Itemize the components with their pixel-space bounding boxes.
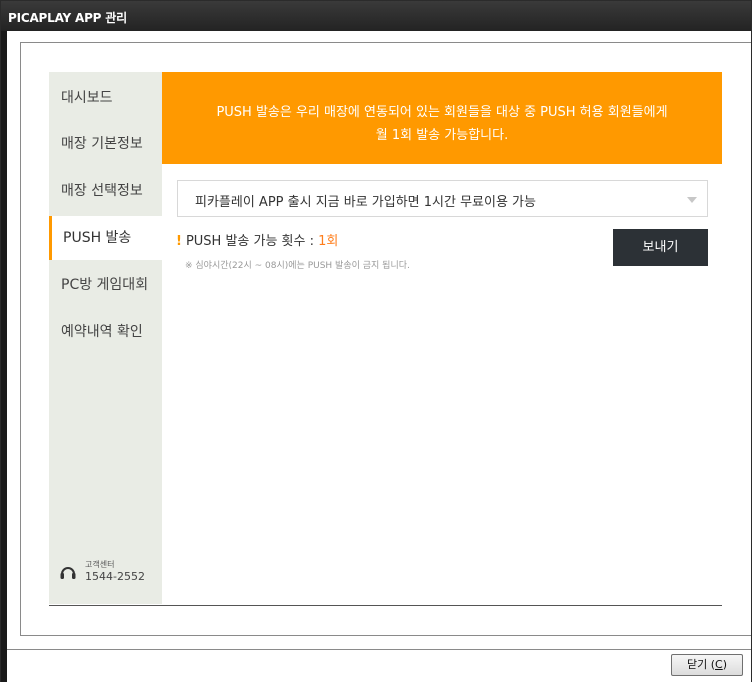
- close-shortcut-key: C: [715, 658, 723, 671]
- info-banner: PUSH 발송은 우리 매장에 연동되어 있는 회원들을 대상 중 PUSH 허…: [162, 72, 722, 164]
- send-button[interactable]: 보내기: [613, 229, 708, 266]
- close-button[interactable]: 닫기 (C): [671, 654, 743, 676]
- message-select-value: 피카플레이 APP 출시 지금 바로 가입하면 1시간 무료이용 가능: [195, 195, 536, 210]
- support-label: 고객센터: [85, 560, 115, 569]
- headset-icon: [60, 567, 76, 579]
- night-time-notice: ※ 심야시간(22시 ~ 08시)에는 PUSH 발송이 금지 됩니다.: [185, 261, 410, 271]
- customer-support: 고객센터 1544-2552: [59, 556, 159, 586]
- sidebar-item-reservations[interactable]: 예약내역 확인: [49, 310, 162, 354]
- push-count: ! PUSH 발송 가능 횟수 : 1회: [176, 230, 338, 249]
- banner-line-1: PUSH 발송은 우리 매장에 연동되어 있는 회원들을 대상 중 PUSH 허…: [216, 105, 668, 120]
- sidebar-item-store-basic-info[interactable]: 매장 기본정보: [49, 122, 162, 166]
- footer-bar: [7, 649, 751, 683]
- close-label: 닫기 (: [686, 658, 716, 671]
- window-title: PICAPLAY APP 관리: [8, 11, 127, 25]
- push-count-value: 1회: [318, 234, 339, 249]
- window-left-edge: [1, 31, 7, 682]
- sidebar-item-dashboard[interactable]: 대시보드: [49, 76, 162, 120]
- app-window: PICAPLAY APP 관리 대시보드 매장 기본정보 매장 선택정보 PUS…: [0, 0, 752, 683]
- close-label-end: ): [722, 658, 727, 671]
- main-panel: 대시보드 매장 기본정보 매장 선택정보 PUSH 발송 PC방 게임대회 예약…: [49, 72, 722, 606]
- chevron-down-icon: [687, 197, 697, 203]
- message-select[interactable]: 피카플레이 APP 출시 지금 바로 가입하면 1시간 무료이용 가능: [177, 180, 708, 217]
- exclamation-icon: !: [176, 234, 182, 249]
- sidebar-item-pc-tournament[interactable]: PC방 게임대회: [49, 263, 162, 307]
- sidebar: 대시보드 매장 기본정보 매장 선택정보 PUSH 발송 PC방 게임대회 예약…: [49, 72, 163, 604]
- title-bar[interactable]: PICAPLAY APP 관리: [1, 1, 751, 31]
- sidebar-item-push[interactable]: PUSH 발송: [49, 216, 163, 260]
- sidebar-item-store-option-info[interactable]: 매장 선택정보: [49, 169, 162, 213]
- push-count-label: PUSH 발송 가능 횟수 :: [185, 234, 319, 249]
- support-phone: 1544-2552: [85, 570, 145, 583]
- banner-line-2: 월 1회 발송 가능합니다.: [375, 128, 509, 143]
